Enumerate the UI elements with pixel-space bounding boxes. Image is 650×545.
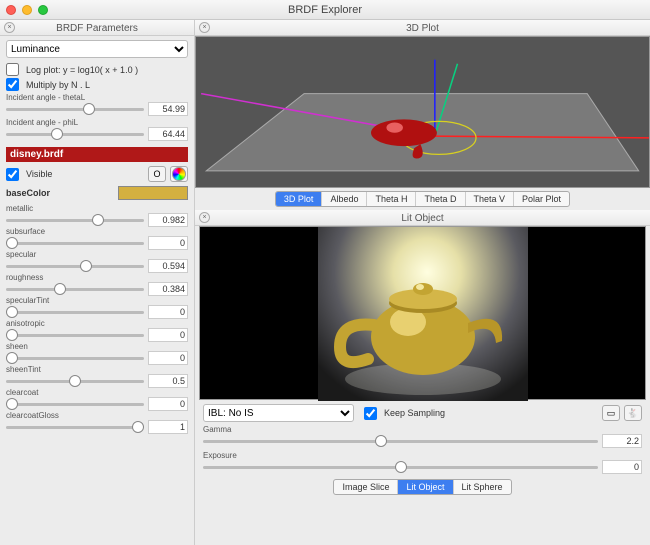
phi-l-label: Incident angle - phiL xyxy=(6,118,188,127)
exposure-value: 0 xyxy=(602,460,642,474)
param-label: clearcoat xyxy=(6,388,188,397)
param-value: 0.982 xyxy=(148,213,188,227)
param-slider-clearcoat[interactable] xyxy=(6,398,144,410)
param-label: clearcoatGloss xyxy=(6,411,188,420)
param-value: 0.5 xyxy=(148,374,188,388)
3d-plot-tabs: 3D PlotAlbedoTheta HTheta DTheta VPolar … xyxy=(275,191,570,207)
param-label: roughness xyxy=(6,273,188,282)
ibl-select[interactable]: IBL: No IS xyxy=(203,404,354,422)
window-titlebar: BRDF Explorer xyxy=(0,0,650,20)
param-label: specular xyxy=(6,250,188,259)
theta-l-value: 54.99 xyxy=(148,102,188,116)
basecolor-swatch[interactable] xyxy=(118,186,188,200)
pane-title: Lit Object xyxy=(401,213,443,224)
param-label: sheen xyxy=(6,342,188,351)
channel-select[interactable]: Luminance xyxy=(6,40,188,58)
tab-polar-plot[interactable]: Polar Plot xyxy=(514,192,569,206)
param-value: 1 xyxy=(148,420,188,434)
param-label: subsurface xyxy=(6,227,188,236)
param-label: anisotropic xyxy=(6,319,188,328)
param-value: 0 xyxy=(148,397,188,411)
multiply-nl-checkbox[interactable] xyxy=(6,78,19,91)
visible-checkbox[interactable] xyxy=(6,168,19,181)
visible-label: Visible xyxy=(26,169,52,179)
pane-title: BRDF Parameters xyxy=(56,23,138,34)
gamma-label: Gamma xyxy=(203,425,642,434)
close-pane-icon[interactable]: × xyxy=(199,212,210,223)
phi-l-value: 64.44 xyxy=(148,127,188,141)
param-slider-sheen[interactable] xyxy=(6,352,144,364)
color-wheel-icon xyxy=(172,167,186,181)
gamma-slider[interactable] xyxy=(203,435,598,447)
exposure-label: Exposure xyxy=(203,451,642,460)
lit-object-pane: × Lit Object xyxy=(195,210,650,545)
param-slider-roughness[interactable] xyxy=(6,283,144,295)
3d-plot-pane: × 3D Plot 3D PlotAlbedoTheta HTheta DTh xyxy=(195,20,650,210)
solo-button[interactable]: O xyxy=(148,166,166,182)
close-pane-icon[interactable]: × xyxy=(4,22,15,33)
close-pane-icon[interactable]: × xyxy=(199,22,210,33)
brdf-parameters-pane: × BRDF Parameters Luminance Log plot: y … xyxy=(0,20,195,545)
brdf-file-header: disney.brdf xyxy=(6,147,188,162)
pane-header-params: × BRDF Parameters xyxy=(0,20,194,36)
tab-theta-v[interactable]: Theta V xyxy=(466,192,515,206)
param-slider-metallic[interactable] xyxy=(6,214,144,226)
lit-object-tabs: Image SliceLit ObjectLit Sphere xyxy=(333,479,511,495)
param-value: 0 xyxy=(148,351,188,365)
save-image-button[interactable]: ▭ xyxy=(602,405,620,421)
gamma-value: 2.2 xyxy=(602,434,642,448)
tab-lit-sphere[interactable]: Lit Sphere xyxy=(454,480,511,494)
param-slider-specularTint[interactable] xyxy=(6,306,144,318)
keep-sampling-label: Keep Sampling xyxy=(384,408,445,418)
param-label: sheenTint xyxy=(6,365,188,374)
theta-l-slider[interactable] xyxy=(6,103,144,115)
param-slider-subsurface[interactable] xyxy=(6,237,144,249)
log-plot-label: Log plot: y = log10( x + 1.0 ) xyxy=(26,65,138,75)
param-slider-specular[interactable] xyxy=(6,260,144,272)
window-title: BRDF Explorer xyxy=(0,4,650,16)
tab-lit-object[interactable]: Lit Object xyxy=(398,480,453,494)
param-value: 0 xyxy=(148,305,188,319)
param-slider-clearcoatGloss[interactable] xyxy=(6,421,144,433)
pane-header-3dplot: × 3D Plot xyxy=(195,20,650,36)
param-value: 0.594 xyxy=(148,259,188,273)
pane-header-litobject: × Lit Object xyxy=(195,210,650,226)
tab-theta-h[interactable]: Theta H xyxy=(367,192,416,206)
phi-l-slider[interactable] xyxy=(6,128,144,140)
param-slider-anisotropic[interactable] xyxy=(6,329,144,341)
exposure-slider[interactable] xyxy=(203,461,598,473)
param-label: metallic xyxy=(6,204,188,213)
color-picker-button[interactable] xyxy=(170,166,188,182)
param-value: 0.384 xyxy=(148,282,188,296)
log-plot-checkbox[interactable] xyxy=(6,63,19,76)
theta-l-label: Incident angle - thetaL xyxy=(6,93,188,102)
basecolor-label: baseColor xyxy=(6,188,50,198)
param-slider-sheenTint[interactable] xyxy=(6,375,144,387)
tab-albedo[interactable]: Albedo xyxy=(322,192,367,206)
3d-plot-viewport[interactable] xyxy=(195,36,650,188)
param-value: 0 xyxy=(148,236,188,250)
tab-image-slice[interactable]: Image Slice xyxy=(334,480,398,494)
pane-title: 3D Plot xyxy=(406,23,439,34)
param-label: specularTint xyxy=(6,296,188,305)
param-value: 0 xyxy=(148,328,188,342)
tab-3d-plot[interactable]: 3D Plot xyxy=(276,192,323,206)
keep-sampling-checkbox[interactable] xyxy=(364,407,377,420)
lit-object-viewport[interactable] xyxy=(199,226,646,400)
model-button[interactable]: 🐇 xyxy=(624,405,642,421)
tab-theta-d[interactable]: Theta D xyxy=(416,192,465,206)
multiply-nl-label: Multiply by N . L xyxy=(26,80,90,90)
